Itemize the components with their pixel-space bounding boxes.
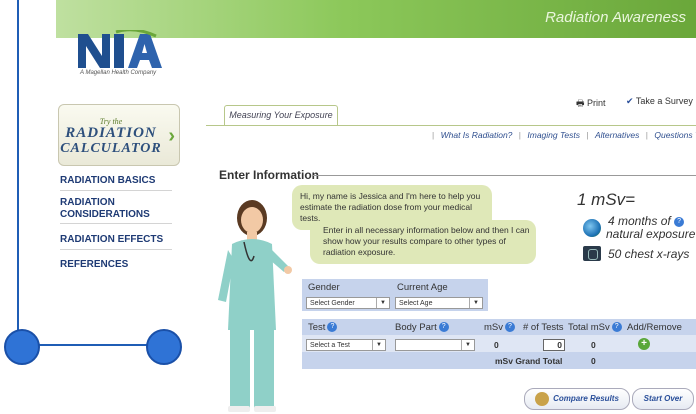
total-msv-value: 0 bbox=[591, 340, 596, 350]
checkmark-icon: ✔ bbox=[626, 96, 634, 106]
printer-icon: 🖶 bbox=[576, 98, 585, 108]
msv-label: mSv? bbox=[484, 322, 515, 333]
help-icon[interactable]: ? bbox=[327, 322, 338, 333]
info-chest-xrays: 50 chest x-rays bbox=[608, 247, 690, 261]
calc-line2: CALCULATOR bbox=[60, 141, 162, 156]
radiation-calculator-button[interactable]: Try the RADIATION CALCULATOR › bbox=[58, 104, 180, 166]
bodypart-label: Body Part? bbox=[395, 322, 449, 333]
survey-label: Take a Survey bbox=[635, 96, 693, 106]
chevron-right-icon: › bbox=[168, 125, 175, 147]
info-months-line: 4 months of ? bbox=[608, 214, 685, 228]
left-vertical-line bbox=[17, 0, 19, 346]
msv-equals-label: 1 mSv= bbox=[577, 190, 636, 209]
sidebar-divider bbox=[60, 223, 172, 224]
compare-results-button[interactable]: Compare Results bbox=[524, 388, 630, 410]
age-select-value: Select Age bbox=[399, 300, 433, 307]
bodypart-label-text: Body Part bbox=[395, 322, 437, 333]
sidebar-divider bbox=[60, 249, 172, 250]
gender-label: Gender bbox=[308, 282, 340, 293]
nia-logo-graphic bbox=[78, 28, 162, 68]
total-msv-label-text: Total mSv bbox=[568, 322, 610, 333]
info-months-text: 4 months of bbox=[608, 214, 671, 228]
total-msv-label: Total mSv? bbox=[568, 322, 622, 333]
chevron-down-icon: ▼ bbox=[376, 298, 389, 308]
help-icon[interactable]: ? bbox=[438, 322, 449, 333]
grand-total-value: 0 bbox=[591, 356, 596, 366]
logo-tagline: A Magellan Health Company bbox=[80, 70, 157, 76]
tests-count-label: # of Tests bbox=[523, 322, 564, 333]
globe-icon bbox=[583, 219, 601, 237]
take-survey-button[interactable]: ✔ Take a Survey bbox=[626, 96, 693, 107]
test-select-value: Select a Test bbox=[310, 342, 350, 349]
start-over-button[interactable]: Start Over bbox=[632, 388, 694, 410]
msv-value: 0 bbox=[494, 340, 499, 350]
test-select[interactable]: Select a Test ▼ bbox=[306, 339, 386, 351]
age-label: Current Age bbox=[397, 282, 448, 293]
msv-label-text: mSv bbox=[484, 322, 503, 333]
subnav-links: | What Is Radiation? | Imaging Tests | A… bbox=[428, 130, 696, 140]
bodypart-select[interactable]: ▼ bbox=[395, 339, 475, 351]
tab-divider bbox=[206, 125, 696, 126]
section-divider bbox=[312, 175, 696, 176]
sidebar-item-radiation-considerations[interactable]: RADIATION CONSIDERATIONS bbox=[60, 197, 172, 221]
right-circle-handle[interactable] bbox=[146, 329, 182, 365]
subnav-separator: | bbox=[645, 130, 648, 140]
subnav-separator: | bbox=[518, 130, 522, 140]
subnav-separator: | bbox=[432, 130, 435, 140]
sidebar-item-radiation-basics[interactable]: RADIATION BASICS bbox=[60, 175, 172, 186]
help-icon[interactable]: ? bbox=[611, 322, 622, 333]
subnav-link-questions[interactable]: Questions To Ask bbox=[654, 130, 696, 140]
section-title: Enter Information bbox=[219, 168, 320, 182]
sidebar-divider bbox=[60, 190, 172, 191]
info-natural-exposure: natural exposure bbox=[606, 227, 696, 241]
compare-icon bbox=[535, 391, 550, 406]
subnav-link-alternatives[interactable]: Alternatives bbox=[595, 130, 639, 140]
subnav-separator: | bbox=[586, 130, 589, 140]
test-label-text: Test bbox=[308, 322, 326, 333]
xray-icon bbox=[583, 246, 601, 261]
chevron-down-icon: ▼ bbox=[372, 340, 385, 350]
sidebar-item-radiation-effects[interactable]: RADIATION EFFECTS bbox=[60, 234, 172, 245]
calc-line1: RADIATION bbox=[65, 125, 157, 141]
age-select[interactable]: Select Age ▼ bbox=[395, 297, 483, 309]
chevron-down-icon: ▼ bbox=[469, 298, 482, 308]
compare-results-label: Compare Results bbox=[553, 394, 619, 403]
grand-total-label: mSv Grand Total bbox=[495, 356, 563, 366]
sidebar-item-references[interactable]: REFERENCES bbox=[60, 259, 172, 270]
gender-select-value: Select Gender bbox=[310, 300, 355, 307]
test-label: Test? bbox=[308, 322, 338, 333]
subnav-link-imaging-tests[interactable]: Imaging Tests bbox=[527, 130, 580, 140]
print-button[interactable]: 🖶 Print bbox=[576, 96, 606, 112]
bubble-text-instructions: Enter in all necessary information below… bbox=[323, 225, 530, 257]
help-icon[interactable]: ? bbox=[505, 322, 515, 333]
add-remove-label: Add/Remove bbox=[627, 322, 682, 333]
add-test-button[interactable]: + bbox=[638, 338, 650, 350]
left-circle-handle[interactable] bbox=[4, 329, 40, 365]
tests-count-input[interactable]: 0 bbox=[543, 339, 565, 351]
tab-measuring-exposure[interactable]: Measuring Your Exposure bbox=[224, 105, 338, 126]
header-title: Radiation Awareness bbox=[545, 9, 686, 26]
print-label: Print bbox=[587, 98, 606, 108]
bubble-text-intro: Hi, my name is Jessica and I'm here to h… bbox=[300, 191, 481, 223]
help-icon[interactable]: ? bbox=[674, 216, 685, 227]
nurse-illustration bbox=[218, 200, 292, 412]
subnav-link-what-is-radiation[interactable]: What Is Radiation? bbox=[441, 130, 513, 140]
gender-select[interactable]: Select Gender ▼ bbox=[306, 297, 390, 309]
chevron-down-icon: ▼ bbox=[461, 340, 474, 350]
